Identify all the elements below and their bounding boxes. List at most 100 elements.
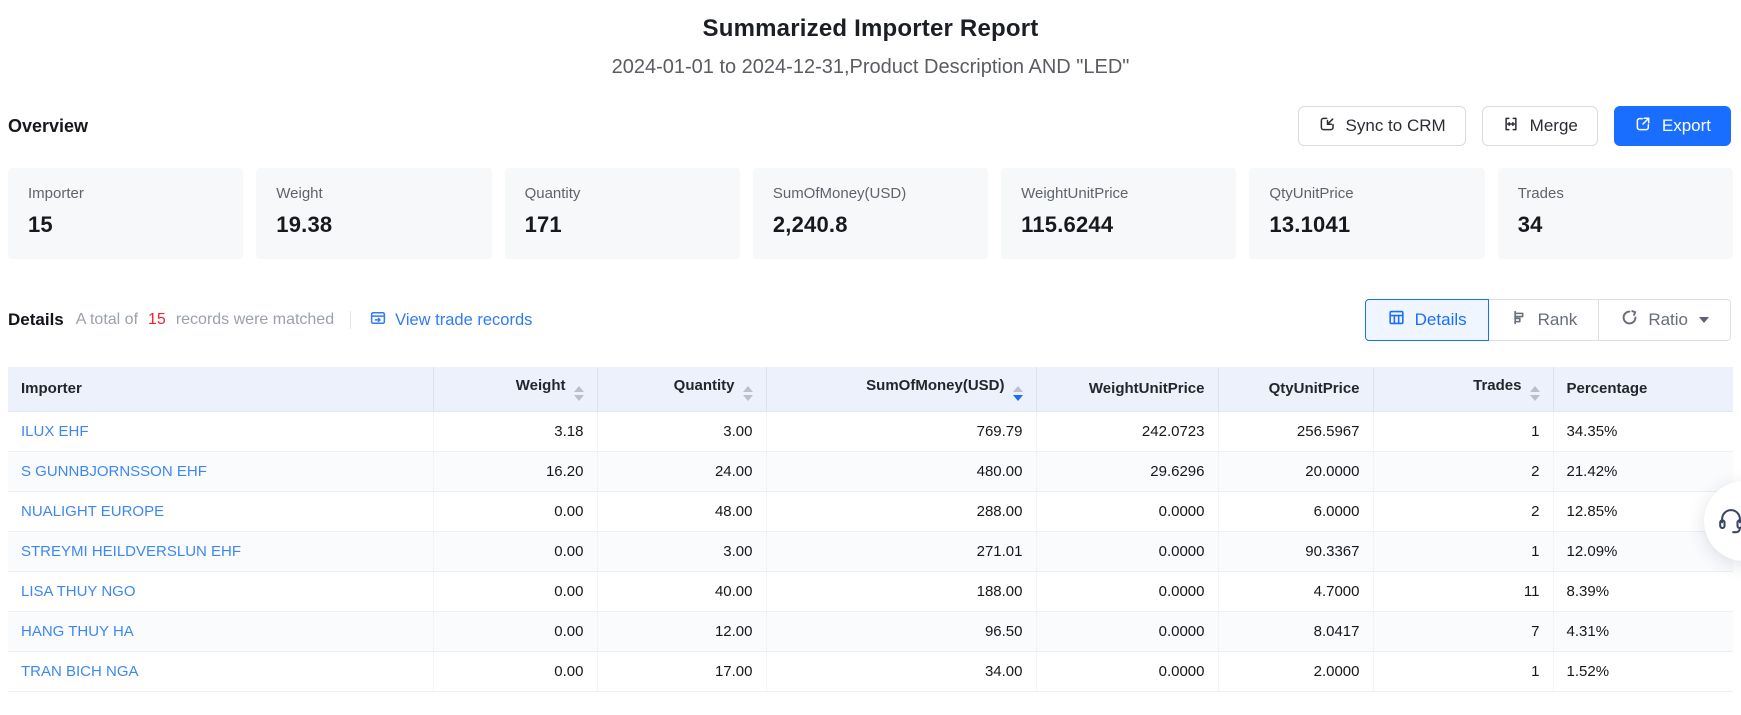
card-label: WeightUnitPrice bbox=[1021, 185, 1216, 202]
importer-link[interactable]: STREYMI HEILDVERSLUN EHF bbox=[21, 543, 241, 560]
td-percentage: 8.39% bbox=[1553, 571, 1733, 611]
export-button[interactable]: Export bbox=[1614, 106, 1731, 146]
td-weight-unit-price: 0.0000 bbox=[1036, 491, 1218, 531]
card-value: 15 bbox=[28, 212, 223, 238]
td-weight-unit-price: 0.0000 bbox=[1036, 571, 1218, 611]
tab-ratio[interactable]: Ratio bbox=[1598, 299, 1731, 341]
card-label: QtyUnitPrice bbox=[1269, 185, 1464, 202]
card-quantity: Quantity 171 bbox=[505, 168, 740, 259]
td-importer: NUALIGHT EUROPE bbox=[8, 491, 433, 531]
td-quantity: 3.00 bbox=[597, 531, 766, 571]
page-title: Summarized Importer Report bbox=[0, 15, 1741, 43]
card-weight: Weight 19.38 bbox=[256, 168, 491, 259]
td-weight-unit-price: 0.0000 bbox=[1036, 531, 1218, 571]
column-label: WeightUnitPrice bbox=[1089, 380, 1205, 397]
tab-details[interactable]: Details bbox=[1365, 299, 1489, 341]
importer-link[interactable]: TRAN BICH NGA bbox=[21, 663, 139, 680]
td-weight-unit-price: 0.0000 bbox=[1036, 651, 1218, 691]
td-qty-unit-price: 20.0000 bbox=[1218, 451, 1373, 491]
chevron-down-icon bbox=[1699, 317, 1709, 323]
td-importer: ILUX EHF bbox=[8, 411, 433, 451]
td-sum-of-money: 34.00 bbox=[766, 651, 1036, 691]
td-percentage: 1.52% bbox=[1553, 651, 1733, 691]
td-quantity: 12.00 bbox=[597, 611, 766, 651]
column-header-percentage: Percentage bbox=[1553, 367, 1733, 411]
tab-rank[interactable]: Rank bbox=[1488, 299, 1600, 341]
tab-rank-label: Rank bbox=[1538, 310, 1578, 330]
td-weight-unit-price: 242.0723 bbox=[1036, 411, 1218, 451]
td-trades: 1 bbox=[1373, 531, 1553, 571]
td-quantity: 24.00 bbox=[597, 451, 766, 491]
td-qty-unit-price: 8.0417 bbox=[1218, 611, 1373, 651]
column-header-sum-of-money[interactable]: SumOfMoney(USD) bbox=[766, 367, 1036, 411]
card-value: 34 bbox=[1518, 212, 1713, 238]
card-value: 171 bbox=[525, 212, 720, 238]
td-trades: 11 bbox=[1373, 571, 1553, 611]
td-qty-unit-price: 6.0000 bbox=[1218, 491, 1373, 531]
column-label: Percentage bbox=[1567, 380, 1648, 397]
td-sum-of-money: 96.50 bbox=[766, 611, 1036, 651]
sync-to-crm-button[interactable]: Sync to CRM bbox=[1298, 106, 1466, 146]
table-grid-icon bbox=[1387, 308, 1406, 332]
td-percentage: 4.31% bbox=[1553, 611, 1733, 651]
card-importer: Importer 15 bbox=[8, 168, 243, 259]
td-weight: 0.00 bbox=[433, 571, 597, 611]
sort-control-weight[interactable] bbox=[574, 386, 584, 401]
column-header-importer: Importer bbox=[8, 367, 433, 411]
details-bar: Details A total of 15 records were match… bbox=[8, 299, 1731, 341]
table-row: ILUX EHF 3.18 3.00 769.79 242.0723 256.5… bbox=[8, 411, 1733, 451]
sync-button-label: Sync to CRM bbox=[1346, 116, 1446, 136]
view-trade-records-link[interactable]: View trade records bbox=[369, 309, 532, 332]
column-header-weight[interactable]: Weight bbox=[433, 367, 597, 411]
sync-icon bbox=[1318, 115, 1336, 138]
sort-control-sum-of-money[interactable] bbox=[1013, 386, 1023, 401]
td-weight: 0.00 bbox=[433, 651, 597, 691]
tab-details-label: Details bbox=[1415, 310, 1467, 330]
sort-control-trades[interactable] bbox=[1530, 386, 1540, 401]
card-label: Weight bbox=[276, 185, 471, 202]
td-trades: 1 bbox=[1373, 651, 1553, 691]
td-trades: 7 bbox=[1373, 611, 1553, 651]
importer-link[interactable]: S GUNNBJORNSSON EHF bbox=[21, 463, 207, 480]
td-weight: 3.18 bbox=[433, 411, 597, 451]
report-subtitle: 2024-01-01 to 2024-12-31,Product Descrip… bbox=[0, 56, 1741, 79]
td-importer: TRAN BICH NGA bbox=[8, 651, 433, 691]
column-label: QtyUnitPrice bbox=[1269, 380, 1360, 397]
table-row: HANG THUY HA 0.00 12.00 96.50 0.0000 8.0… bbox=[8, 611, 1733, 651]
importer-link[interactable]: HANG THUY HA bbox=[21, 623, 134, 640]
trade-records-icon bbox=[369, 309, 387, 332]
td-trades: 2 bbox=[1373, 491, 1553, 531]
sort-control-quantity[interactable] bbox=[743, 386, 753, 401]
details-section-title: Details bbox=[8, 310, 64, 330]
export-icon bbox=[1634, 115, 1652, 138]
card-label: SumOfMoney(USD) bbox=[773, 185, 968, 202]
card-label: Trades bbox=[1518, 185, 1713, 202]
td-weight: 0.00 bbox=[433, 611, 597, 651]
importer-link[interactable]: ILUX EHF bbox=[21, 423, 89, 440]
details-summary: Details A total of 15 records were match… bbox=[8, 309, 532, 332]
td-weight-unit-price: 0.0000 bbox=[1036, 611, 1218, 651]
card-sum-of-money: SumOfMoney(USD) 2,240.8 bbox=[753, 168, 988, 259]
importer-link[interactable]: NUALIGHT EUROPE bbox=[21, 503, 164, 520]
column-header-trades[interactable]: Trades bbox=[1373, 367, 1553, 411]
card-value: 2,240.8 bbox=[773, 212, 968, 238]
td-importer: HANG THUY HA bbox=[8, 611, 433, 651]
column-label: Weight bbox=[516, 377, 566, 394]
td-importer: LISA THUY NGO bbox=[8, 571, 433, 611]
td-quantity: 48.00 bbox=[597, 491, 766, 531]
column-header-quantity[interactable]: Quantity bbox=[597, 367, 766, 411]
td-weight-unit-price: 29.6296 bbox=[1036, 451, 1218, 491]
overview-section-title: Overview bbox=[8, 116, 88, 137]
column-label: Quantity bbox=[674, 377, 735, 394]
td-percentage: 12.09% bbox=[1553, 531, 1733, 571]
td-sum-of-money: 480.00 bbox=[766, 451, 1036, 491]
card-value: 115.6244 bbox=[1021, 212, 1216, 238]
importer-link[interactable]: LISA THUY NGO bbox=[21, 583, 136, 600]
records-matched-prefix: A total of bbox=[76, 311, 138, 329]
td-percentage: 21.42% bbox=[1553, 451, 1733, 491]
table-row: STREYMI HEILDVERSLUN EHF 0.00 3.00 271.0… bbox=[8, 531, 1733, 571]
merge-button[interactable]: Merge bbox=[1482, 106, 1598, 146]
overview-cards: Importer 15 Weight 19.38 Quantity 171 Su… bbox=[8, 168, 1733, 259]
toolbar-buttons: Sync to CRM Merge Export bbox=[1298, 106, 1731, 146]
td-quantity: 40.00 bbox=[597, 571, 766, 611]
